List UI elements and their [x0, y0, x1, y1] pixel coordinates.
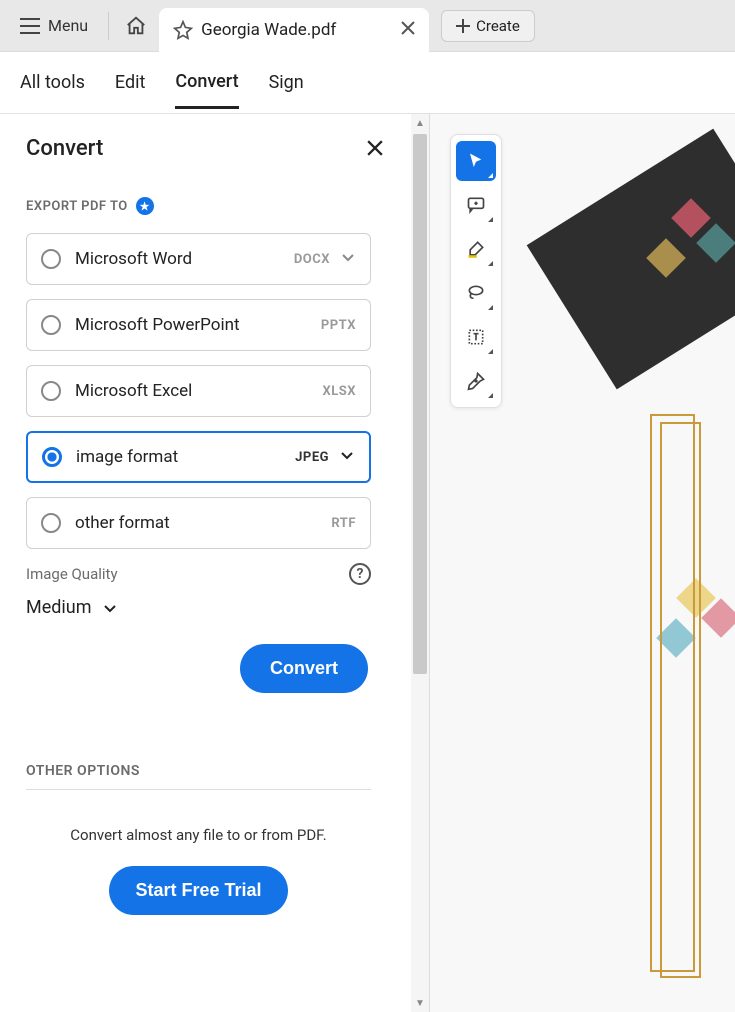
- divider: [108, 12, 109, 40]
- tab-edit[interactable]: Edit: [115, 58, 145, 107]
- radio-icon: [41, 315, 61, 335]
- scroll-down-button[interactable]: ▼: [411, 994, 429, 1012]
- comment-icon: [466, 195, 486, 215]
- option-microsoft-powerpoint[interactable]: Microsoft PowerPoint PPTX: [26, 299, 371, 351]
- convert-button[interactable]: Convert: [240, 644, 368, 693]
- star-icon: [173, 20, 193, 40]
- sign-tool-button[interactable]: [456, 361, 496, 401]
- export-section-label: EXPORT PDF TO ★: [26, 197, 403, 215]
- cursor-icon: [467, 152, 485, 170]
- top-bar: Menu Georgia Wade.pdf Create: [0, 0, 735, 52]
- home-button[interactable]: [117, 7, 155, 45]
- close-icon: [367, 140, 383, 156]
- panel-title: Convert: [26, 136, 103, 161]
- chevron-down-icon: [102, 600, 118, 616]
- comment-tool-button[interactable]: [456, 185, 496, 225]
- option-image-format[interactable]: image format JPEG: [26, 431, 371, 483]
- format-label: XLSX: [322, 384, 356, 399]
- close-icon: [401, 21, 415, 35]
- lasso-icon: [466, 283, 486, 303]
- highlighter-icon: [466, 239, 486, 259]
- chevron-down-icon[interactable]: [339, 447, 355, 468]
- tab-sign[interactable]: Sign: [269, 58, 304, 107]
- tool-palette: [450, 134, 502, 408]
- fountain-pen-icon: [466, 371, 486, 391]
- option-label: other format: [75, 513, 170, 533]
- menu-button[interactable]: Menu: [8, 10, 100, 41]
- scrollbar[interactable]: ▲ ▼: [411, 114, 429, 1012]
- tools-row: All tools Edit Convert Sign: [0, 52, 735, 114]
- other-options-label: OTHER OPTIONS: [26, 763, 403, 779]
- format-label: JPEG: [295, 450, 329, 465]
- radio-icon: [42, 447, 62, 467]
- panel-body: EXPORT PDF TO ★ Microsoft Word DOCX: [0, 197, 429, 915]
- scroll-thumb[interactable]: [413, 134, 427, 674]
- hamburger-icon: [20, 18, 40, 34]
- create-button[interactable]: Create: [441, 10, 535, 42]
- home-icon: [125, 15, 147, 37]
- main-area: ▲ ▼ Convert EXPORT PDF TO ★ Microsoft Wo…: [0, 114, 735, 1012]
- create-label: Create: [476, 17, 520, 35]
- other-options-section: OTHER OPTIONS Convert almost any file to…: [26, 693, 403, 915]
- plus-icon: [456, 19, 470, 33]
- radio-icon: [41, 513, 61, 533]
- radio-icon: [41, 249, 61, 269]
- other-options-text: Convert almost any file to or from PDF.: [26, 826, 371, 844]
- document-graphic: [660, 422, 701, 978]
- document-graphic: [650, 414, 695, 972]
- tab-convert[interactable]: Convert: [175, 57, 238, 109]
- option-microsoft-excel[interactable]: Microsoft Excel XLSX: [26, 365, 371, 417]
- document-viewport[interactable]: [430, 114, 735, 1012]
- option-other-format[interactable]: other format RTF: [26, 497, 371, 549]
- start-free-trial-button[interactable]: Start Free Trial: [109, 866, 287, 915]
- format-label: DOCX: [294, 252, 330, 267]
- image-quality-select[interactable]: Medium: [26, 597, 403, 618]
- highlight-tool-button[interactable]: [456, 229, 496, 269]
- document-graphic: [527, 129, 735, 390]
- radio-icon: [41, 381, 61, 401]
- document-tab[interactable]: Georgia Wade.pdf: [159, 8, 429, 52]
- format-label: RTF: [331, 516, 356, 531]
- text-select-tool-button[interactable]: [456, 317, 496, 357]
- chevron-down-icon: [340, 249, 356, 270]
- format-label: PPTX: [321, 318, 356, 333]
- option-label: Microsoft PowerPoint: [75, 315, 240, 335]
- option-label: Microsoft Excel: [75, 381, 192, 401]
- divider: [26, 789, 371, 790]
- option-microsoft-word[interactable]: Microsoft Word DOCX: [26, 233, 371, 285]
- panel-header: Convert: [0, 114, 429, 173]
- image-quality-label: Image Quality: [26, 565, 118, 583]
- menu-label: Menu: [48, 16, 88, 35]
- convert-panel: ▲ ▼ Convert EXPORT PDF TO ★ Microsoft Wo…: [0, 114, 430, 1012]
- scroll-up-button[interactable]: ▲: [411, 114, 429, 132]
- close-tab-button[interactable]: [401, 19, 415, 40]
- tab-title: Georgia Wade.pdf: [201, 20, 336, 40]
- premium-badge-icon: ★: [136, 197, 154, 215]
- option-label: image format: [76, 447, 178, 467]
- panel-close-button[interactable]: [367, 137, 383, 161]
- draw-tool-button[interactable]: [456, 273, 496, 313]
- option-label: Microsoft Word: [75, 249, 192, 269]
- text-select-icon: [466, 327, 486, 347]
- select-tool-button[interactable]: [456, 141, 496, 181]
- tab-all-tools[interactable]: All tools: [20, 58, 85, 107]
- help-icon[interactable]: ?: [349, 563, 371, 585]
- image-quality-row: Image Quality ?: [26, 563, 371, 585]
- export-options: Microsoft Word DOCX Microsoft PowerPoint: [26, 233, 371, 549]
- quality-value: Medium: [26, 597, 92, 618]
